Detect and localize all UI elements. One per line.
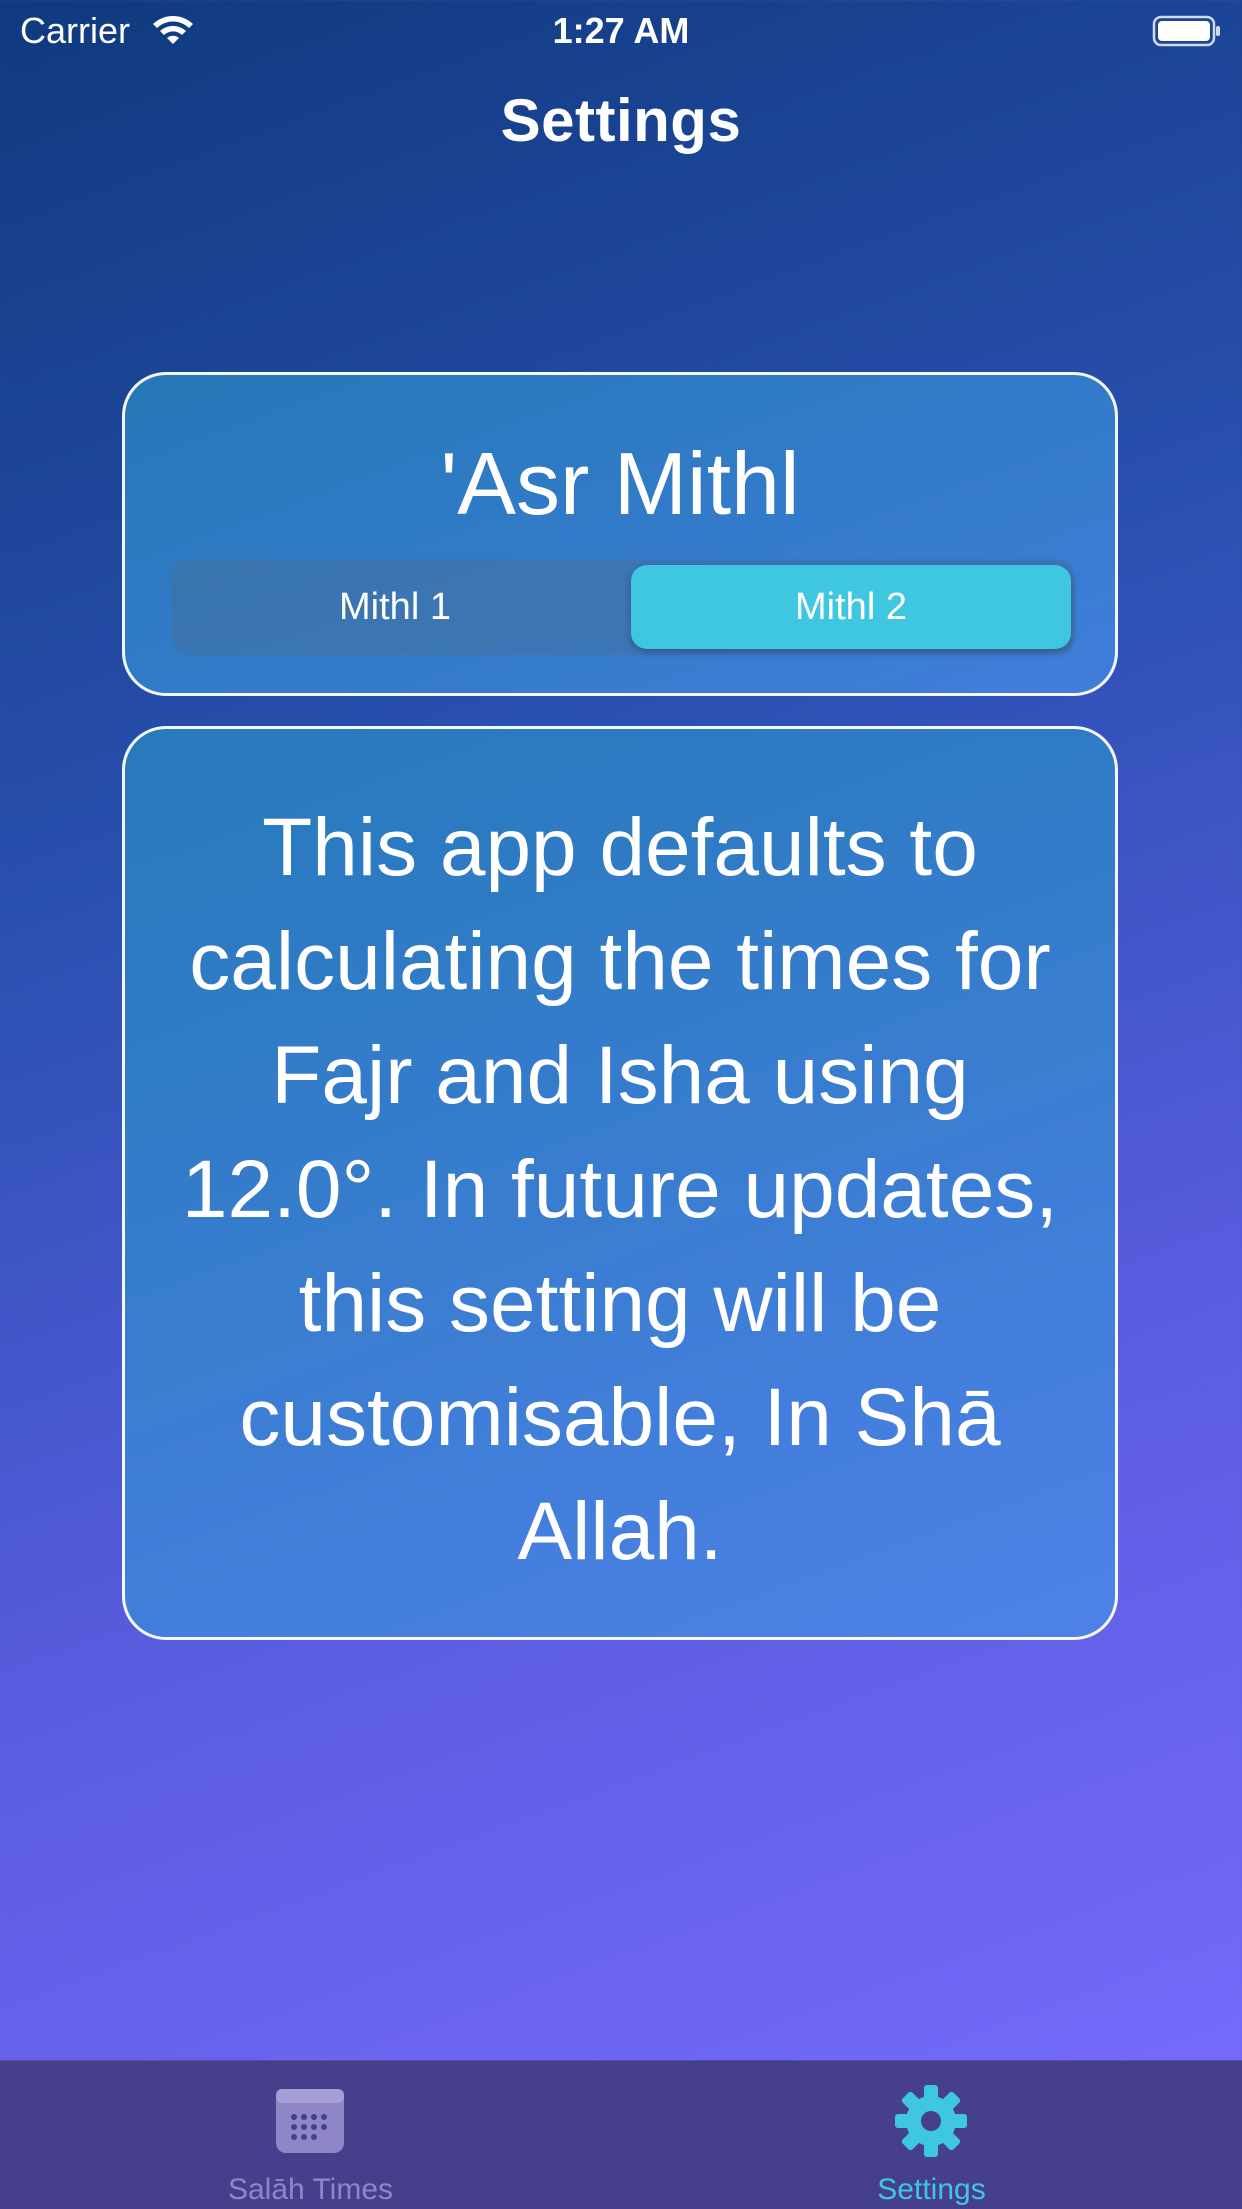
segment-mithl-1[interactable]: Mithl 1 [175, 565, 615, 649]
tab-salah-times-label: Salāh Times [227, 2173, 394, 2206]
asr-mithl-title: 'Asr Mithl [440, 434, 800, 533]
battery-icon [1152, 15, 1220, 47]
tab-bar: Salāh Times Settings [0, 2060, 1242, 2209]
tab-settings-label: Settings [877, 2173, 986, 2206]
status-bar: Carrier 1:27 AM [0, 0, 1242, 60]
calendar-icon [276, 2089, 344, 2153]
segment-mithl-2[interactable]: Mithl 2 [631, 565, 1071, 649]
info-card: This app defaults to calculating the tim… [122, 726, 1118, 1640]
mithl-segmented-control[interactable]: Mithl 1 Mithl 2 [171, 559, 1075, 655]
gear-icon [895, 2085, 967, 2157]
page-title: Settings [500, 87, 742, 154]
status-time: 1:27 AM [552, 10, 690, 51]
asr-mithl-card: 'Asr Mithl Mithl 1 Mithl 2 [122, 372, 1118, 696]
tab-settings[interactable]: Settings [621, 2061, 1242, 2209]
tab-salah-times[interactable]: Salāh Times [0, 2061, 621, 2209]
info-text: This app defaults to calculating the tim… [181, 802, 1059, 1577]
